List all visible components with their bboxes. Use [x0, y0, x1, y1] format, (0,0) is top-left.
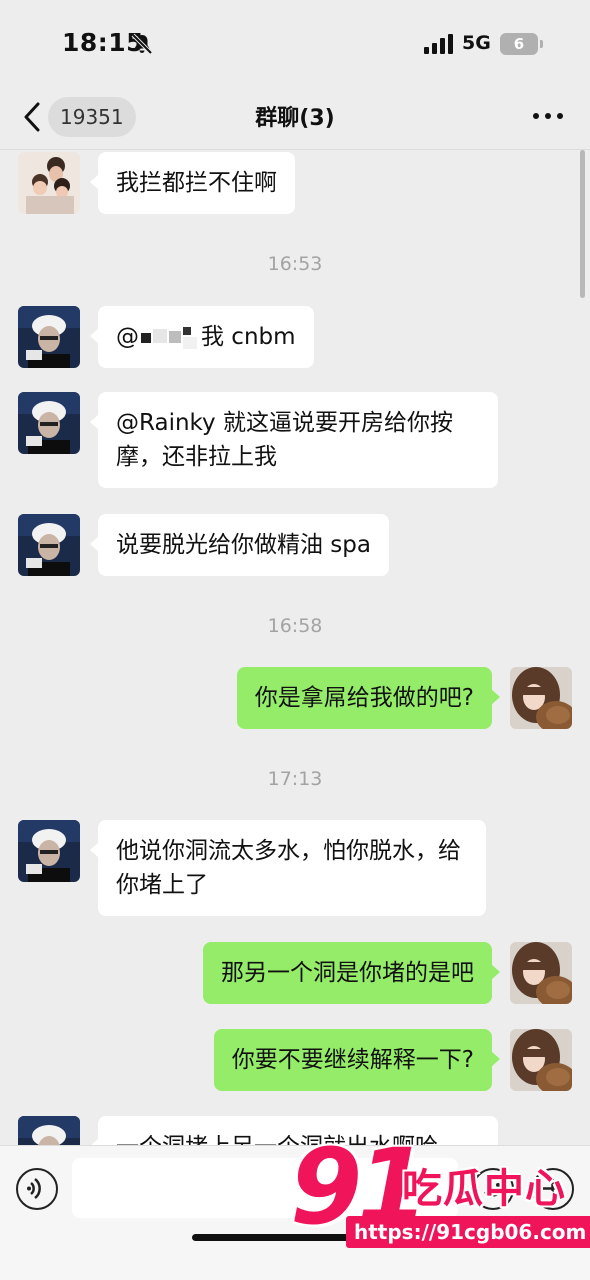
message-text: @Rainky 就这逼说要开房给你按摩，还非拉上我 [116, 410, 453, 470]
avatar[interactable] [18, 1116, 80, 1145]
message-text: 你是拿屌给我做的吧? [254, 685, 474, 711]
message-text: 我拦都拦不住啊 [116, 170, 277, 196]
chat-header: 19351 群聊(3) [0, 88, 590, 150]
bell-slash-icon [131, 33, 153, 55]
avatar[interactable] [510, 942, 572, 1004]
more-dots-icon[interactable] [530, 104, 566, 128]
avatar-children-photo [18, 152, 80, 214]
message-bubble[interactable]: 那另一个洞是你堵的是吧 [203, 942, 500, 1004]
avatar-white-hair-portrait [18, 514, 80, 576]
watermark-url: https://91cgb06.com [346, 1216, 590, 1248]
avatar-white-hair-portrait [18, 392, 80, 454]
message-timestamp: 16:53 [267, 253, 323, 275]
avatar-white-hair-portrait [18, 306, 80, 368]
avatar-white-hair-portrait [18, 1116, 80, 1145]
watermark-name: 吃瓜中心 [402, 1166, 566, 1212]
avatar[interactable] [18, 152, 80, 214]
status-bar: 18:15 5G 6 [0, 0, 590, 88]
mention-prefix: @ [116, 324, 139, 350]
message-bubble[interactable]: @Rainky 就这逼说要开房给你按摩，还非拉上我 [90, 392, 498, 488]
message-timestamp: 16:58 [267, 615, 323, 637]
message-bubble[interactable]: 你要不要继续解释一下? [213, 1029, 501, 1091]
chat-title: 群聊(3) [255, 106, 335, 131]
watermark: 91 吃瓜中心 https://91cgb06.com [290, 1132, 590, 1262]
message-text: 我 cnbm [201, 324, 296, 350]
voice-icon[interactable] [16, 1168, 58, 1210]
avatar-brown-hair-girl [510, 1029, 572, 1091]
message-bubble[interactable]: 我拦都拦不住啊 [90, 152, 295, 214]
battery-cap [540, 40, 543, 48]
scrollbar[interactable] [580, 150, 585, 298]
avatar[interactable] [18, 820, 80, 882]
avatar[interactable] [18, 392, 80, 454]
message-bubble[interactable]: 说要脱光给你做精油 spa [90, 514, 389, 576]
message-timestamp: 17:13 [267, 768, 323, 790]
avatar-white-hair-portrait [18, 820, 80, 882]
message-bubble[interactable]: 他说你洞流太多水，怕你脱水，给你堵上了 [90, 820, 486, 916]
mosaic-redaction [139, 325, 201, 351]
avatar[interactable] [18, 514, 80, 576]
message-bubble[interactable]: 你是拿屌给我做的吧? [236, 667, 501, 729]
avatar-brown-hair-girl [510, 667, 572, 729]
message-text: 你要不要继续解释一下? [231, 1047, 474, 1073]
signal-bars-icon [424, 34, 453, 54]
battery-level: 6 [500, 33, 538, 55]
message-text: 他说你洞流太多水，怕你脱水，给你堵上了 [116, 838, 461, 898]
avatar[interactable] [18, 306, 80, 368]
message-bubble[interactable]: @ 我 cnbm [90, 306, 314, 368]
message-text: 说要脱光给你做精油 spa [116, 532, 371, 558]
avatar-brown-hair-girl [510, 942, 572, 1004]
avatar[interactable] [510, 667, 572, 729]
avatar[interactable] [510, 1029, 572, 1091]
message-list[interactable]: 我拦都拦不住啊 16:53 @ 我 cnbm @Rainky 就这逼说要开房给你… [0, 150, 590, 1145]
message-text: 那另一个洞是你堵的是吧 [221, 960, 474, 986]
network-type: 5G [462, 32, 491, 54]
